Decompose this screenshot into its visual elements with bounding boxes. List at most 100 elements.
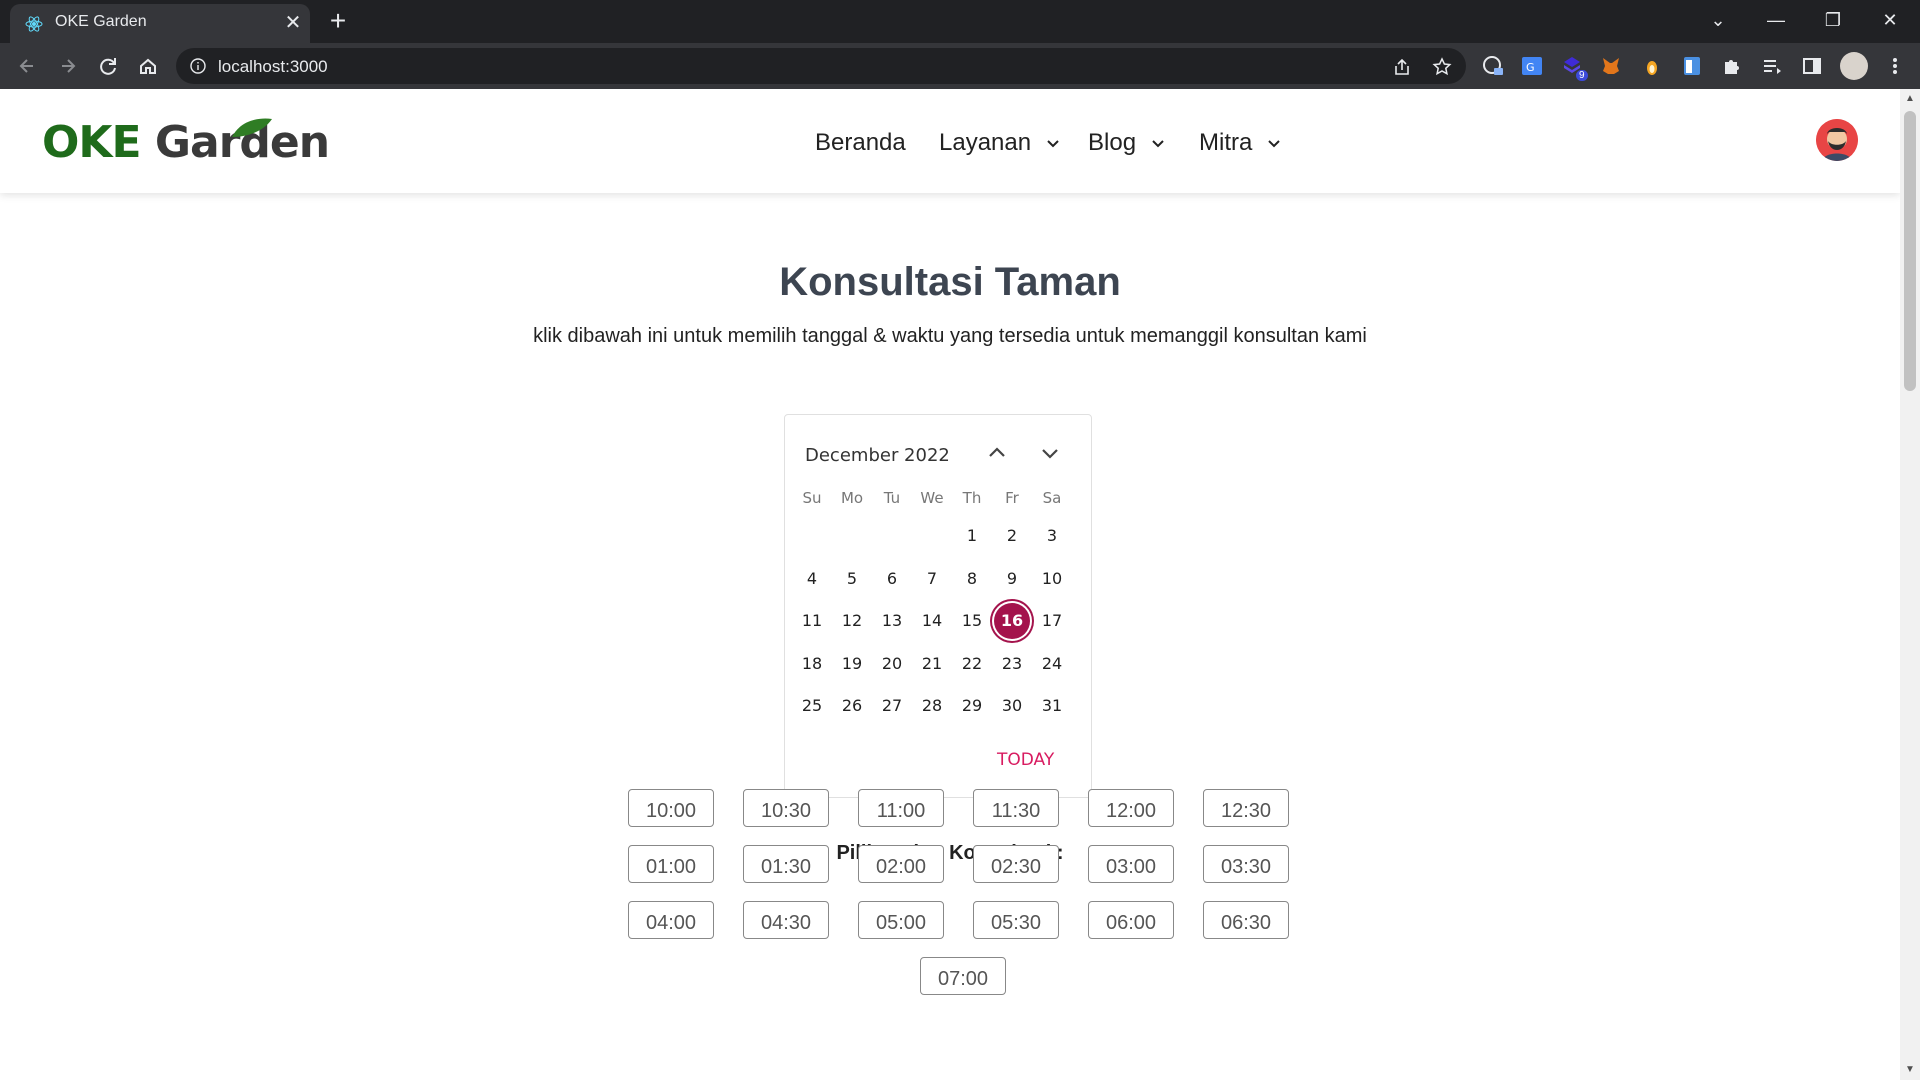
site-logo[interactable]: OKE Garden <box>42 117 330 168</box>
chrome-menu-icon[interactable] <box>1884 55 1906 77</box>
browser-tab[interactable]: OKE Garden ✕ <box>10 4 310 43</box>
logo-leaf-icon <box>232 118 272 137</box>
metamask-fox-icon[interactable] <box>1600 55 1622 77</box>
user-avatar[interactable] <box>1816 119 1858 161</box>
calendar-day[interactable]: 3 <box>1034 518 1070 554</box>
time-slot-button[interactable]: 06:00 <box>1088 901 1174 939</box>
close-window-button[interactable]: ✕ <box>1872 6 1908 34</box>
performance-extension-icon[interactable] <box>1482 55 1504 77</box>
time-slot-button[interactable]: 05:00 <box>858 901 944 939</box>
calendar-day[interactable]: 5 <box>834 561 870 597</box>
media-queue-icon[interactable] <box>1761 55 1783 77</box>
time-slot-button[interactable]: 03:00 <box>1088 845 1174 883</box>
flame-extension-icon[interactable] <box>1641 55 1663 77</box>
time-slot-button[interactable]: 11:00 <box>858 789 944 827</box>
calendar-month-label[interactable]: December 2022 <box>805 445 950 466</box>
tab-close-icon[interactable]: ✕ <box>282 12 304 34</box>
time-slot-button[interactable]: 10:00 <box>628 789 714 827</box>
time-slot-button[interactable]: 04:30 <box>743 901 829 939</box>
calendar-day[interactable]: 18 <box>794 646 830 682</box>
calendar-day[interactable]: 10 <box>1034 561 1070 597</box>
calendar-day[interactable]: 26 <box>834 688 870 724</box>
calendar-day[interactable]: 11 <box>794 603 830 639</box>
time-slot-button[interactable]: 04:00 <box>628 901 714 939</box>
share-icon[interactable] <box>1392 57 1412 77</box>
calendar-day[interactable]: 1 <box>954 518 990 554</box>
time-slot-button[interactable]: 12:00 <box>1088 789 1174 827</box>
time-slot-button[interactable]: 02:30 <box>973 845 1059 883</box>
calendar-day[interactable]: 4 <box>794 561 830 597</box>
restore-button[interactable]: ❐ <box>1815 6 1851 34</box>
calendar-day[interactable]: 24 <box>1034 646 1070 682</box>
time-slot-button[interactable]: 03:30 <box>1203 845 1289 883</box>
notes-extension-icon[interactable] <box>1681 55 1703 77</box>
new-tab-button[interactable]: + <box>325 7 351 35</box>
calendar-day[interactable]: 22 <box>954 646 990 682</box>
back-icon[interactable] <box>13 52 41 80</box>
time-slot-button[interactable]: 12:30 <box>1203 789 1289 827</box>
date-picker-calendar: December 2022 Su Mo Tu We Th Fr Sa 1 2 3 4 5 6 7 8 9 10 1… <box>784 414 1092 798</box>
calendar-day[interactable]: 14 <box>914 603 950 639</box>
page-viewport: OKE Garden Beranda Layanan Blog Mitra Ko… <box>0 89 1900 1080</box>
calendar-day[interactable]: 21 <box>914 646 950 682</box>
nav-beranda[interactable]: Beranda <box>815 129 906 157</box>
calendar-day-selected[interactable]: 16 <box>994 603 1030 639</box>
calendar-day[interactable]: 20 <box>874 646 910 682</box>
extensions-puzzle-icon[interactable] <box>1721 55 1743 77</box>
forward-icon[interactable] <box>54 52 82 80</box>
scroll-down-icon[interactable]: ▼ <box>1904 1064 1916 1076</box>
tab-title: OKE Garden <box>55 13 147 30</box>
nav-beranda-label: Beranda <box>815 129 906 156</box>
bookmark-star-icon[interactable] <box>1432 57 1452 77</box>
translate-extension-icon[interactable]: G <box>1521 55 1543 77</box>
calendar-day[interactable]: 30 <box>994 688 1030 724</box>
weekday-header: Th <box>962 489 982 507</box>
calendar-day[interactable]: 27 <box>874 688 910 724</box>
site-info-icon[interactable] <box>190 58 206 74</box>
calendar-day[interactable]: 2 <box>994 518 1030 554</box>
chevron-down-icon[interactable] <box>1036 439 1064 467</box>
calendar-day[interactable]: 25 <box>794 688 830 724</box>
calendar-day[interactable]: 8 <box>954 561 990 597</box>
calendar-day[interactable]: 28 <box>914 688 950 724</box>
svg-text:G: G <box>1526 61 1535 74</box>
time-slot-button[interactable]: 06:30 <box>1203 901 1289 939</box>
calendar-day[interactable]: 17 <box>1034 603 1070 639</box>
profile-avatar-icon[interactable] <box>1840 52 1868 80</box>
calendar-day[interactable]: 12 <box>834 603 870 639</box>
time-slot-button[interactable]: 11:30 <box>973 789 1059 827</box>
chevron-down-icon <box>1047 139 1059 148</box>
calendar-day[interactable]: 9 <box>994 561 1030 597</box>
time-slot-button[interactable]: 02:00 <box>858 845 944 883</box>
time-slot-button[interactable]: 10:30 <box>743 789 829 827</box>
address-bar[interactable]: localhost:3000 <box>176 48 1466 84</box>
calendar-day[interactable]: 23 <box>994 646 1030 682</box>
side-panel-icon[interactable] <box>1801 55 1823 77</box>
calendar-day[interactable]: 19 <box>834 646 870 682</box>
time-slot-button[interactable]: 07:00 <box>920 957 1006 995</box>
calendar-day[interactable]: 13 <box>874 603 910 639</box>
minimize-button[interactable]: — <box>1758 6 1794 34</box>
today-button[interactable]: TODAY <box>997 750 1054 770</box>
calendar-day[interactable]: 29 <box>954 688 990 724</box>
tab-search-icon[interactable]: ⌄ <box>1700 6 1736 34</box>
calendar-day[interactable]: 31 <box>1034 688 1070 724</box>
calendar-day[interactable]: 7 <box>914 561 950 597</box>
calendar-day[interactable]: 15 <box>954 603 990 639</box>
time-slot-button[interactable]: 05:30 <box>973 901 1059 939</box>
scroll-up-icon[interactable]: ▲ <box>1904 93 1916 105</box>
nav-blog[interactable]: Blog <box>1088 129 1165 157</box>
nav-mitra[interactable]: Mitra <box>1199 129 1281 157</box>
scrollbar-thumb[interactable] <box>1904 111 1916 391</box>
url-text[interactable]: localhost:3000 <box>218 57 328 77</box>
calendar-day[interactable]: 6 <box>874 561 910 597</box>
home-icon[interactable] <box>134 52 162 80</box>
chevron-down-icon <box>1268 139 1280 148</box>
page-scrollbar[interactable]: ▲ ▼ <box>1900 89 1920 1080</box>
weekday-header: Tu <box>883 489 901 507</box>
nav-layanan[interactable]: Layanan <box>939 129 1060 157</box>
time-slot-button[interactable]: 01:30 <box>743 845 829 883</box>
reload-icon[interactable] <box>94 52 122 80</box>
time-slot-button[interactable]: 01:00 <box>628 845 714 883</box>
chevron-up-icon[interactable] <box>983 439 1011 467</box>
